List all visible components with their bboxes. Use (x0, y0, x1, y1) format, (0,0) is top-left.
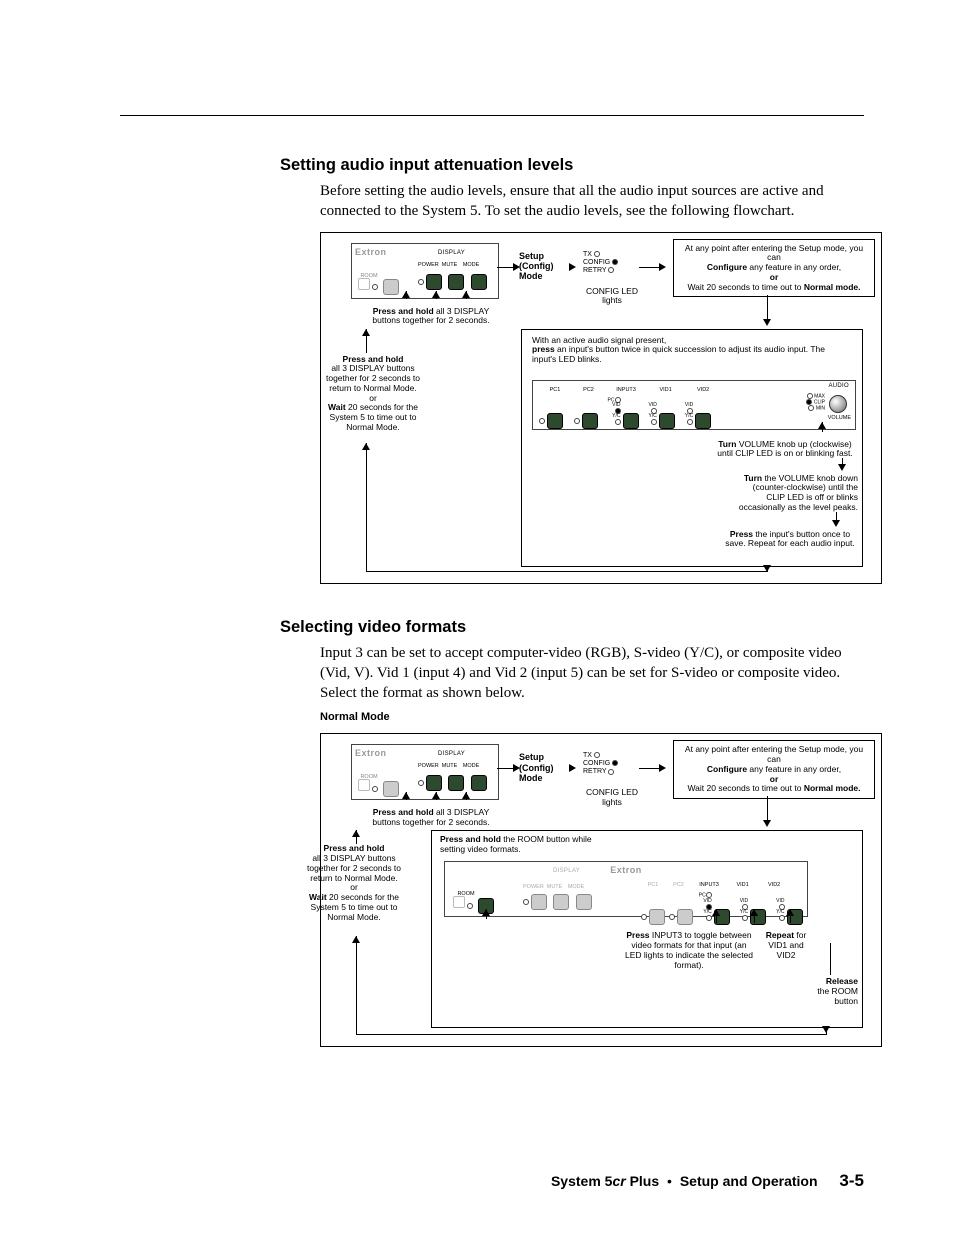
txt-turn-down: Turn the VOLUME knob down (counter-clock… (732, 474, 858, 513)
label-display-group-3: DISPLAY (553, 868, 580, 875)
lbl-pc2: PC2 (573, 387, 605, 393)
txt-press-save: Press the input's button once to save. R… (720, 530, 860, 550)
txt-config-led: CONFIG LED lights (577, 287, 647, 307)
rule-top (120, 115, 864, 116)
lbl-in3: INPUT3 (606, 387, 646, 393)
txt-active-signal: With an active audio signal present, pre… (532, 336, 832, 365)
panel-inputs-audio: PC1 PC2 INPUT3 VID1 VID2 PCVIDY/C VIDY/C… (532, 380, 856, 430)
panel-display: Extron DISPLAY ROOM POWER MUTE MODE (351, 243, 499, 299)
lbl-vid1: VID1 (648, 387, 684, 393)
label-normal-mode: Normal Mode (320, 711, 864, 723)
footer-section: Setup and Operation (680, 1173, 818, 1189)
lbl-vid2: VID2 (685, 387, 721, 393)
label-audio-group: AUDIO (828, 383, 849, 390)
brand-3: Extron (610, 865, 642, 875)
leds-config-2: TX CONFIG RETRY (583, 752, 637, 776)
txt-turn-up: Turn VOLUME knob up (clockwise) until CL… (710, 440, 860, 460)
txt-config-led-2: CONFIG LED lights (577, 788, 647, 808)
txt-press-hold-all3: Press and hold all 3 DISPLAY buttons tog… (366, 307, 496, 327)
txt-repeat: Repeat for VID1 and VID2 (758, 931, 814, 960)
btn-in3-icon (623, 413, 639, 429)
btn-pc1-icon (547, 413, 563, 429)
txt-press-hold-all3-2: Press and hold all 3 DISPLAY buttons tog… (366, 808, 496, 828)
power-button-icon (426, 274, 442, 290)
body-video: Input 3 can be set to accept computer-vi… (320, 643, 864, 704)
txt-return-hold-2: Press and hold all 3 DISPLAY buttons tog… (299, 844, 409, 922)
mute-button-icon (448, 274, 464, 290)
heading-video: Selecting video formats (280, 618, 864, 637)
label-volume: VOLUME (828, 415, 851, 421)
flowchart-audio: Extron DISPLAY ROOM POWER MUTE MODE (320, 232, 882, 584)
box-anypoint-2: At any point after entering the Setup mo… (673, 740, 875, 799)
lbl-power: POWER (418, 262, 438, 268)
btn-pc2-icon (582, 413, 598, 429)
page: Setting audio input attenuation levels B… (0, 0, 954, 1235)
footer-bullet-icon: • (663, 1173, 676, 1189)
txt-return-hold: Press and hold all 3 DISPLAY buttons tog… (318, 355, 428, 433)
footer-product: System 5 (551, 1173, 612, 1189)
box-inner-audio: With an active audio signal present, pre… (521, 329, 863, 567)
lbl-pc1: PC1 (539, 387, 571, 393)
page-footer: System 5cr Plus • Setup and Operation 3-… (551, 1171, 864, 1191)
btn-vid2-icon (695, 413, 711, 429)
txt-release-room: Releasethe ROOM button (812, 977, 858, 1006)
txt-setup-mode-2: Setup (Config) Mode (519, 752, 567, 783)
leds-config: TX CONFIG RETRY (583, 251, 637, 275)
txt-press-input3: Press INPUT3 to toggle between video for… (624, 931, 754, 970)
brand: Extron (355, 247, 387, 257)
flowchart-video: Extron DISPLAY ROOM POWER MUTE MODE (320, 733, 882, 1047)
box-inner-video: Press and hold the ROOM button while set… (431, 830, 863, 1028)
room-button-icon (383, 279, 399, 295)
footer-page-number: 3-5 (839, 1171, 864, 1190)
body-audio: Before setting the audio levels, ensure … (320, 181, 864, 222)
btn-vid1-icon (659, 413, 675, 429)
footer-sigma: cr (612, 1173, 625, 1189)
footer-plus: Plus (626, 1173, 659, 1189)
heading-audio: Setting audio input attenuation levels (280, 156, 864, 175)
txt-hold-room: Press and hold the ROOM button while set… (440, 835, 610, 855)
brand-2: Extron (355, 748, 387, 758)
mode-button-icon (471, 274, 487, 290)
volume-knob-icon (829, 395, 847, 413)
txt-setup-mode: Setup (Config) Mode (519, 251, 567, 282)
panel-display-2: Extron DISPLAY ROOM POWER MUTE MODE (351, 744, 499, 800)
label-display-group: DISPLAY (438, 250, 465, 257)
lbl-mute: MUTE (440, 262, 460, 268)
box-anypoint: At any point after entering the Setup mo… (673, 239, 875, 298)
label-display-group-2: DISPLAY (438, 751, 465, 758)
lbl-mode: MODE (461, 262, 481, 268)
